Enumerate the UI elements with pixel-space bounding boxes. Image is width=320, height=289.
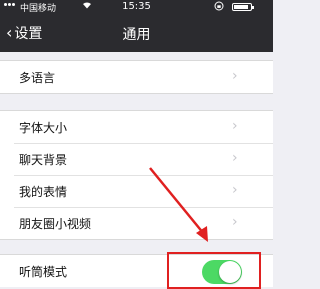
annotation-arrow bbox=[149, 167, 208, 242]
